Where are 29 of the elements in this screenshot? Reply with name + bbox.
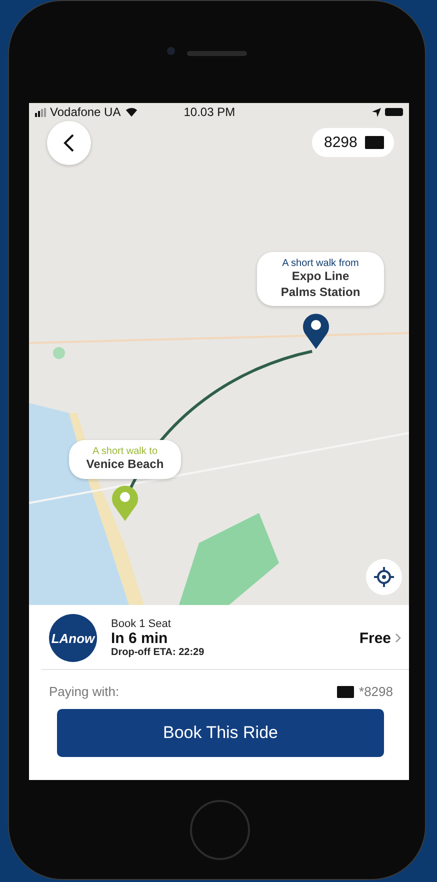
- dropoff-eta: Drop-off ETA: 22:29: [111, 647, 206, 658]
- card-icon: [365, 136, 384, 149]
- map-pin-icon: [301, 311, 331, 351]
- payment-card-badge[interactable]: 8298: [312, 128, 394, 157]
- paying-with-label: Paying with:: [49, 684, 120, 699]
- ride-price[interactable]: Free: [359, 630, 391, 646]
- card-number: 8298: [324, 134, 358, 151]
- back-chevron-icon: [63, 133, 75, 153]
- front-camera: [167, 47, 175, 55]
- chevron-right-icon: [395, 633, 401, 643]
- card-icon: [337, 686, 354, 698]
- callout-place: Venice Beach: [86, 457, 164, 473]
- book-ride-button[interactable]: Book This Ride: [57, 709, 384, 757]
- service-logo: LAnow: [49, 614, 97, 662]
- callout-caption: A short walk from: [282, 258, 359, 269]
- callout-place: Expo Line Palms Station: [280, 269, 362, 300]
- pickup-eta: In 6 min: [111, 630, 169, 647]
- speaker-grille: [187, 51, 247, 56]
- carrier-name: Vodafone UA: [50, 105, 121, 119]
- signal-icon: [35, 108, 46, 116]
- ride-title: Book 1 Seat: [111, 618, 172, 630]
- wifi-icon: [124, 107, 138, 117]
- map-pin-icon: [110, 483, 140, 523]
- card-number: *8298: [359, 684, 393, 699]
- crosshair-icon: [374, 567, 394, 587]
- location-arrow-icon: [372, 108, 381, 116]
- battery-icon: [385, 108, 403, 116]
- clock-time: 10.03 PM: [184, 105, 236, 119]
- callout-caption: A short walk to: [92, 446, 158, 457]
